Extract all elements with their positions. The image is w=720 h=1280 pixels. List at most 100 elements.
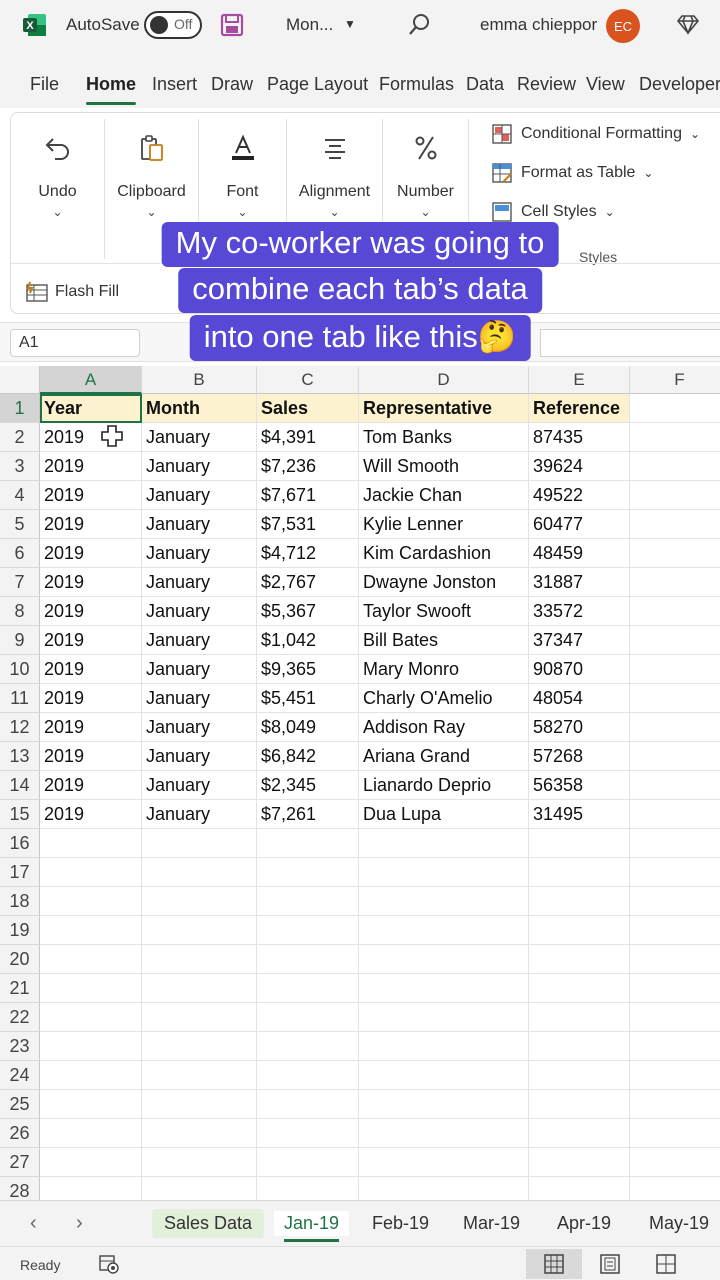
- tab-draw[interactable]: Draw: [211, 74, 253, 95]
- table-cell[interactable]: January: [142, 655, 257, 684]
- empty-cell[interactable]: [359, 1119, 529, 1148]
- empty-cell[interactable]: [529, 1148, 630, 1177]
- table-cell[interactable]: 31495: [529, 800, 630, 829]
- sheet-tab-feb-19[interactable]: Feb-19: [362, 1211, 439, 1236]
- empty-cell[interactable]: [257, 1003, 359, 1032]
- table-cell[interactable]: 2019: [40, 742, 142, 771]
- empty-cell[interactable]: [359, 1003, 529, 1032]
- empty-cell[interactable]: [142, 829, 257, 858]
- empty-cell[interactable]: [630, 800, 720, 829]
- table-cell[interactable]: 2019: [40, 655, 142, 684]
- page-layout-view-button[interactable]: [582, 1249, 638, 1279]
- tab-insert[interactable]: Insert: [152, 74, 197, 95]
- tab-developer[interactable]: Developer: [639, 74, 720, 95]
- empty-cell[interactable]: [630, 1032, 720, 1061]
- table-cell[interactable]: $7,531: [257, 510, 359, 539]
- table-cell[interactable]: January: [142, 597, 257, 626]
- tab-view[interactable]: View: [586, 74, 625, 95]
- empty-cell[interactable]: [257, 945, 359, 974]
- empty-cell[interactable]: [630, 481, 720, 510]
- table-cell[interactable]: $4,712: [257, 539, 359, 568]
- empty-cell[interactable]: [529, 974, 630, 1003]
- column-header-b[interactable]: B: [142, 366, 257, 394]
- table-cell[interactable]: 2019: [40, 626, 142, 655]
- empty-cell[interactable]: [142, 887, 257, 916]
- table-cell[interactable]: 57268: [529, 742, 630, 771]
- accessibility-icon[interactable]: [98, 1253, 120, 1275]
- empty-cell[interactable]: [630, 916, 720, 945]
- empty-cell[interactable]: [142, 1148, 257, 1177]
- empty-cell[interactable]: [630, 510, 720, 539]
- empty-cell[interactable]: [257, 1090, 359, 1119]
- conditional-formatting-button[interactable]: Conditional Formatting ⌄: [491, 123, 700, 145]
- table-cell[interactable]: January: [142, 539, 257, 568]
- row-header-2[interactable]: 2: [0, 423, 40, 452]
- empty-cell[interactable]: [359, 974, 529, 1003]
- sheet-tab-apr-19[interactable]: Apr-19: [547, 1211, 621, 1236]
- row-header-27[interactable]: 27: [0, 1148, 40, 1177]
- name-box[interactable]: A1: [10, 329, 140, 357]
- row-header-18[interactable]: 18: [0, 887, 40, 916]
- empty-cell[interactable]: [630, 945, 720, 974]
- excel-logo-icon[interactable]: X: [22, 12, 48, 38]
- empty-cell[interactable]: [359, 1090, 529, 1119]
- row-header-14[interactable]: 14: [0, 771, 40, 800]
- table-cell[interactable]: 2019: [40, 510, 142, 539]
- table-cell[interactable]: 90870: [529, 655, 630, 684]
- table-cell[interactable]: 2019: [40, 800, 142, 829]
- user-name[interactable]: emma chieppor: [480, 15, 597, 35]
- sheet-tab-may-19[interactable]: May-19: [639, 1211, 719, 1236]
- row-header-22[interactable]: 22: [0, 1003, 40, 1032]
- row-header-13[interactable]: 13: [0, 742, 40, 771]
- empty-cell[interactable]: [359, 916, 529, 945]
- sheet-tab-sales-data[interactable]: Sales Data: [152, 1209, 265, 1238]
- cell-styles-button[interactable]: Cell Styles ⌄: [491, 201, 615, 223]
- table-cell[interactable]: 2019: [40, 452, 142, 481]
- table-cell[interactable]: $8,049: [257, 713, 359, 742]
- empty-cell[interactable]: [40, 945, 142, 974]
- table-cell[interactable]: January: [142, 626, 257, 655]
- empty-cell[interactable]: [359, 945, 529, 974]
- row-header-19[interactable]: 19: [0, 916, 40, 945]
- table-cell[interactable]: 2019: [40, 568, 142, 597]
- empty-cell[interactable]: [40, 1003, 142, 1032]
- table-cell[interactable]: 2019: [40, 481, 142, 510]
- table-cell[interactable]: 2019: [40, 597, 142, 626]
- empty-cell[interactable]: [40, 829, 142, 858]
- table-cell[interactable]: $9,365: [257, 655, 359, 684]
- empty-cell[interactable]: [257, 829, 359, 858]
- table-cell[interactable]: Charly O'Amelio: [359, 684, 529, 713]
- row-header-15[interactable]: 15: [0, 800, 40, 829]
- empty-cell[interactable]: [142, 1090, 257, 1119]
- header-cell[interactable]: Month: [142, 394, 257, 423]
- empty-cell[interactable]: [40, 974, 142, 1003]
- normal-view-button[interactable]: [526, 1249, 582, 1279]
- empty-cell[interactable]: [529, 1032, 630, 1061]
- table-cell[interactable]: $1,042: [257, 626, 359, 655]
- empty-cell[interactable]: [630, 597, 720, 626]
- empty-cell[interactable]: [257, 916, 359, 945]
- column-header-a[interactable]: A: [40, 366, 142, 394]
- empty-cell[interactable]: [359, 829, 529, 858]
- empty-cell[interactable]: [40, 1032, 142, 1061]
- table-cell[interactable]: 39624: [529, 452, 630, 481]
- table-cell[interactable]: 2019: [40, 684, 142, 713]
- empty-cell[interactable]: [359, 1032, 529, 1061]
- empty-cell[interactable]: [359, 1061, 529, 1090]
- table-cell[interactable]: 87435: [529, 423, 630, 452]
- table-cell[interactable]: $7,671: [257, 481, 359, 510]
- empty-cell[interactable]: [257, 1032, 359, 1061]
- empty-cell[interactable]: [40, 1061, 142, 1090]
- document-name[interactable]: Mon...: [286, 15, 333, 35]
- active-cell[interactable]: Year: [40, 394, 142, 423]
- header-cell[interactable]: Sales: [257, 394, 359, 423]
- empty-cell[interactable]: [630, 1090, 720, 1119]
- column-header-c[interactable]: C: [257, 366, 359, 394]
- undo-group[interactable]: Undo ⌄: [11, 119, 105, 259]
- table-cell[interactable]: $7,261: [257, 800, 359, 829]
- table-cell[interactable]: January: [142, 423, 257, 452]
- table-cell[interactable]: Dwayne Jonston: [359, 568, 529, 597]
- empty-cell[interactable]: [630, 1148, 720, 1177]
- empty-cell[interactable]: [630, 684, 720, 713]
- row-header-7[interactable]: 7: [0, 568, 40, 597]
